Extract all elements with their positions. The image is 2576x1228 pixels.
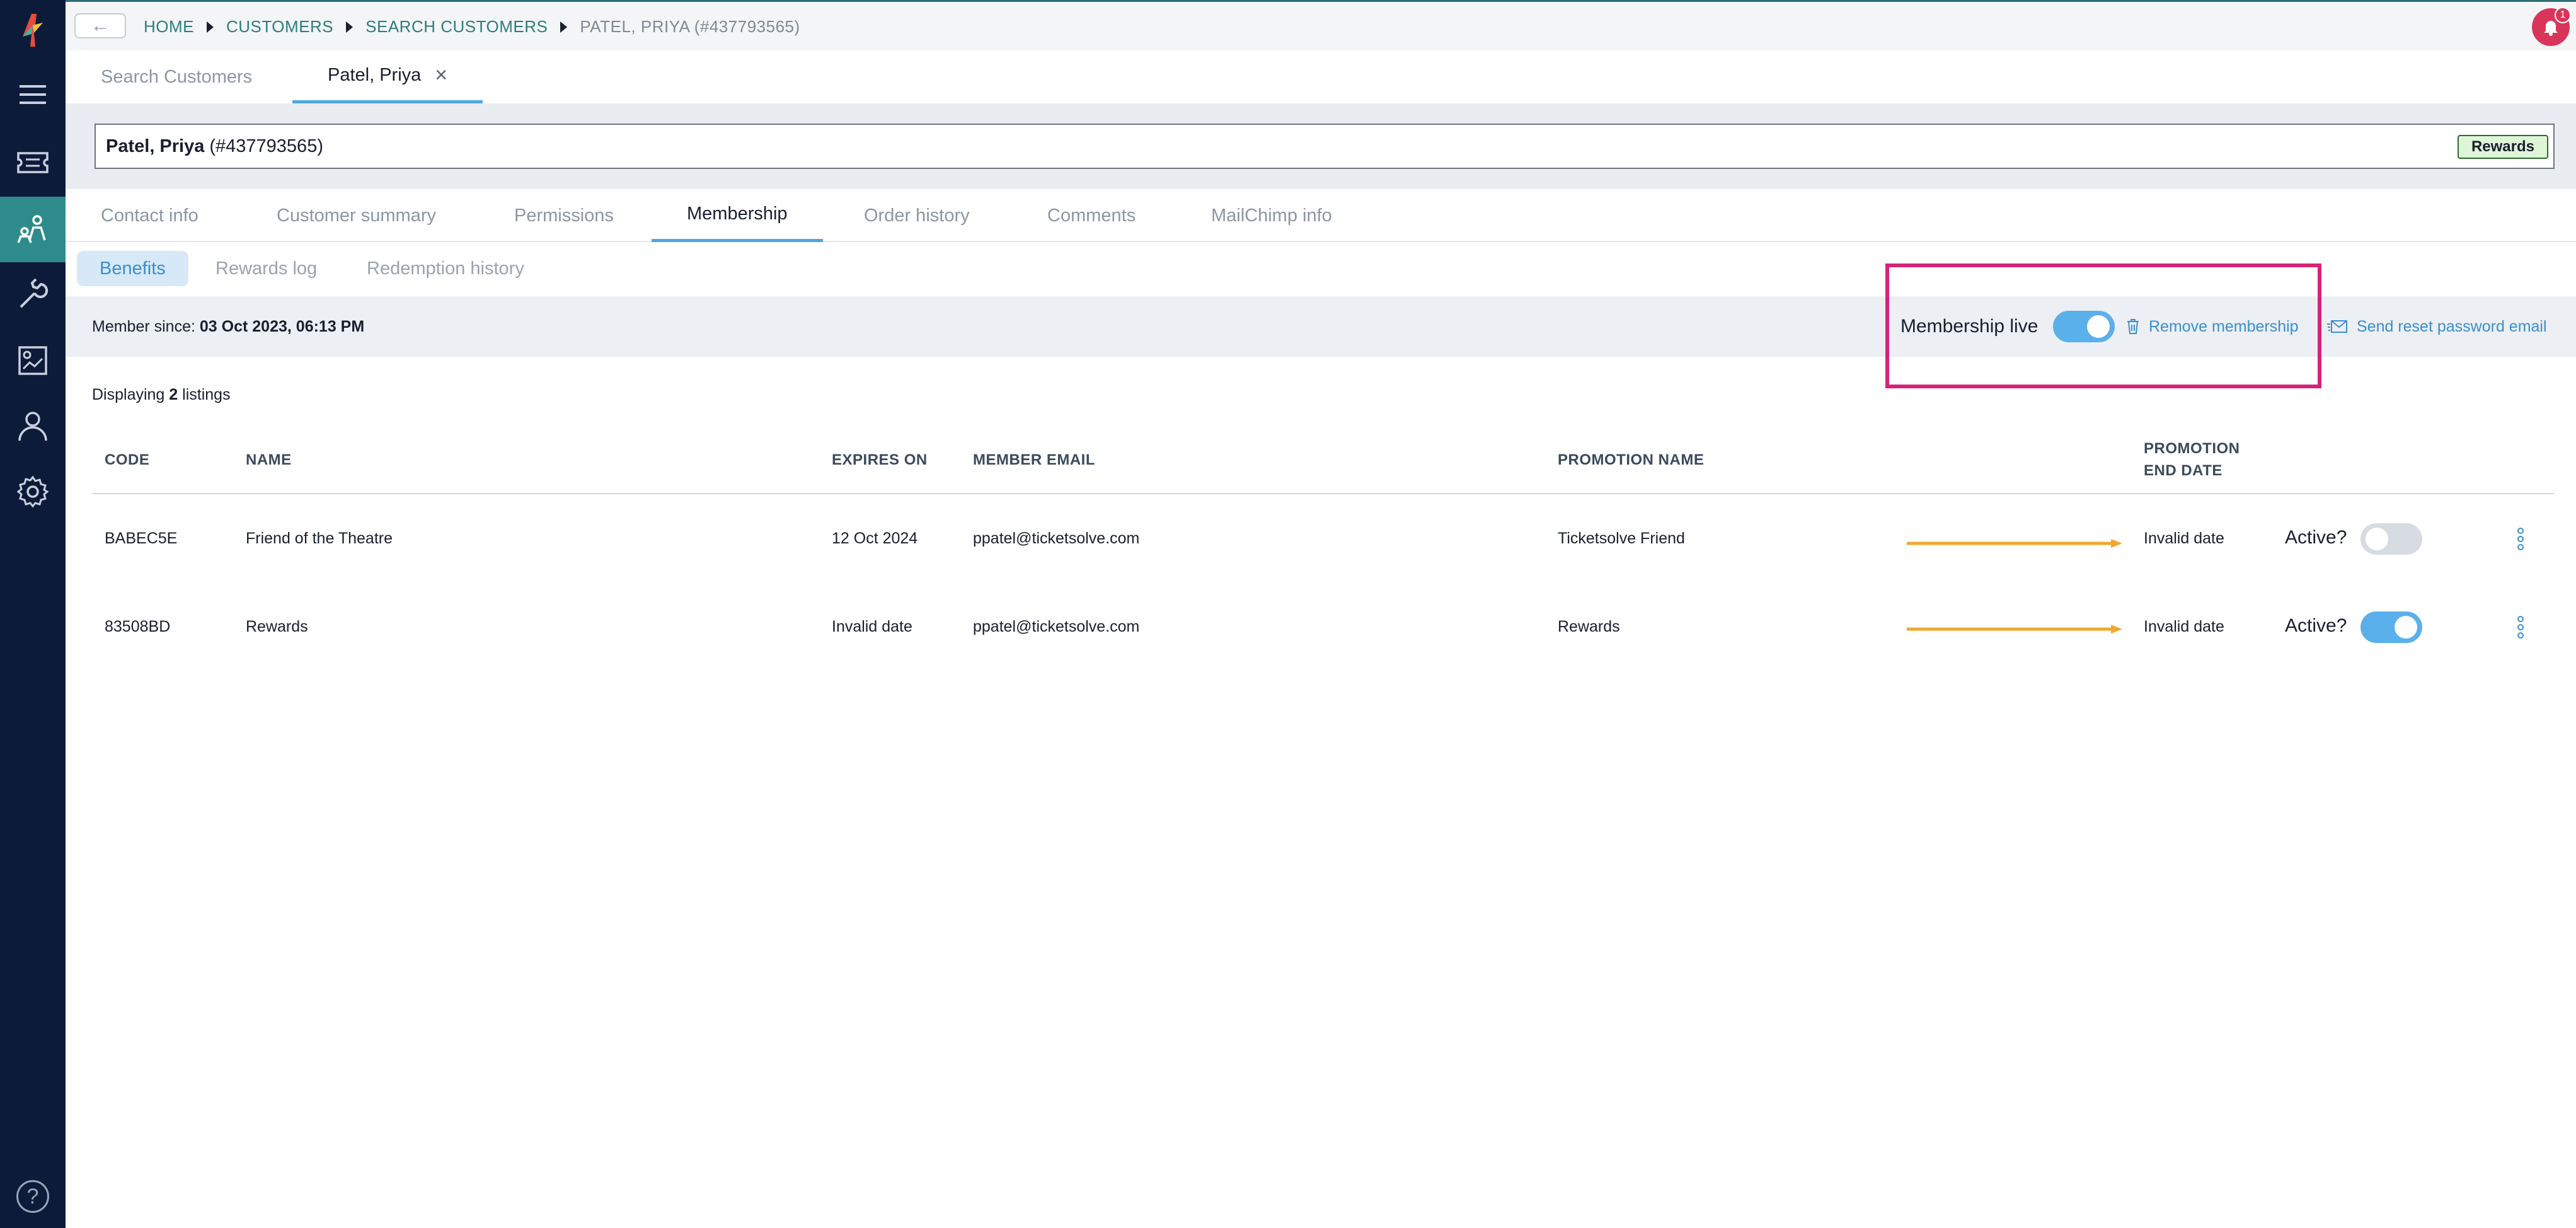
tools-icon[interactable] <box>0 262 66 328</box>
tab-label: Patel, Priya <box>328 65 422 85</box>
tab-label: Search Customers <box>101 66 253 87</box>
table-header-divider <box>92 493 2555 494</box>
annotation-arrow-icon <box>1907 539 2122 548</box>
notification-count-badge: 1 <box>2555 7 2571 23</box>
col-header-name: NAME <box>246 451 292 468</box>
listing-count: Displaying 2 listings <box>92 386 231 404</box>
cell-code: BABEC5E <box>105 530 178 547</box>
active-toggle[interactable] <box>2360 523 2422 555</box>
cell-promotion-name: Rewards <box>1558 618 1620 635</box>
tab-comments[interactable]: Comments <box>1047 189 1136 242</box>
active-toggle[interactable] <box>2360 611 2422 643</box>
cell-member-email: ppatel@ticketsolve.com <box>973 618 1140 635</box>
col-header-member-email: MEMBER EMAIL <box>973 451 1095 468</box>
subtab-rewards-log[interactable]: Rewards log <box>193 251 340 286</box>
menu-icon[interactable] <box>0 62 66 127</box>
more-options-icon[interactable] <box>2517 615 2524 639</box>
user-icon[interactable] <box>0 393 66 459</box>
listing-count-value: 2 <box>169 386 178 403</box>
tab-contact-info[interactable]: Contact info <box>101 189 198 242</box>
help-icon[interactable]: ? <box>16 1180 49 1213</box>
col-header-line: PROMOTION <box>2144 440 2240 457</box>
breadcrumb-search-customers[interactable]: SEARCH CUSTOMERS <box>365 17 548 37</box>
settings-gear-icon[interactable] <box>0 459 66 524</box>
breadcrumb-separator-icon <box>346 21 354 33</box>
customer-header: Patel, Priya (#437793565) Rewards <box>66 103 2576 189</box>
cell-expires-on: 12 Oct 2024 <box>832 530 918 547</box>
ticket-icon[interactable] <box>0 130 66 195</box>
cell-promotion-end-date: Invalid date <box>2144 530 2224 547</box>
tab-search-customers[interactable]: Search Customers <box>101 50 252 103</box>
active-label: Active? <box>2285 615 2347 636</box>
tab-permissions[interactable]: Permissions <box>514 189 614 242</box>
breadcrumb-customers[interactable]: CUSTOMERS <box>226 17 333 37</box>
cell-code: 83508BD <box>105 618 171 635</box>
member-since-label: Member since: <box>92 317 195 335</box>
col-header-line: END DATE <box>2144 462 2222 479</box>
cell-name: Friend of the Theatre <box>246 530 393 547</box>
page-tabs: Search Customers Patel, Priya × <box>66 50 2576 103</box>
breadcrumb-separator-icon <box>207 21 214 33</box>
send-reset-password-label: Send reset password email <box>2357 317 2547 335</box>
customer-id: (#437793565) <box>209 136 323 156</box>
tab-customer-summary[interactable]: Customer summary <box>277 189 436 242</box>
tab-customer-patel-priya[interactable]: Patel, Priya × <box>292 50 483 103</box>
tab-membership[interactable]: Membership <box>652 189 823 242</box>
active-label: Active? <box>2285 527 2347 548</box>
cell-promotion-end-date: Invalid date <box>2144 618 2224 635</box>
col-header-expires-on: EXPIRES ON <box>832 451 928 468</box>
cell-promotion-name: Ticketsolve Friend <box>1558 530 1685 547</box>
cell-member-email: ppatel@ticketsolve.com <box>973 530 1140 547</box>
member-since-value: 03 Oct 2023, 06:13 PM <box>199 317 365 335</box>
col-header-code: CODE <box>105 451 150 468</box>
back-button[interactable]: ← <box>74 13 126 38</box>
annotation-arrow-icon <box>1907 625 2122 634</box>
listing-suffix: listings <box>182 386 231 403</box>
tab-order-history[interactable]: Order history <box>864 189 970 242</box>
section-tabs: Contact info Customer summary Permission… <box>66 189 2576 242</box>
close-icon[interactable]: × <box>435 63 447 88</box>
ticketsolve-logo[interactable] <box>15 11 50 49</box>
subtab-redemption-history[interactable]: Redemption history <box>344 251 547 286</box>
cell-expires-on: Invalid date <box>832 618 912 635</box>
sidebar: ? <box>0 0 66 1228</box>
col-header-promotion-name: PROMOTION NAME <box>1558 451 1705 468</box>
breadcrumb-home[interactable]: HOME <box>144 17 194 37</box>
breadcrumb-current: PATEL, PRIYA (#437793565) <box>580 17 800 36</box>
annotation-highlight-box <box>1885 264 2321 388</box>
reports-icon[interactable] <box>0 328 66 393</box>
more-options-icon[interactable] <box>2517 527 2524 551</box>
rewards-badge: Rewards <box>2457 135 2548 159</box>
customer-name: Patel, Priya <box>106 136 205 156</box>
tab-mailchimp-info[interactable]: MailChimp info <box>1211 189 1332 242</box>
toggle-knob <box>2395 616 2417 639</box>
customers-icon[interactable] <box>0 197 66 262</box>
member-since: Member since: 03 Oct 2023, 06:13 PM <box>92 318 364 336</box>
notifications-button[interactable]: 1 <box>2532 7 2571 46</box>
breadcrumb-separator-icon <box>560 21 568 33</box>
top-bar: ← HOME CUSTOMERS SEARCH CUSTOMERS PATEL,… <box>66 0 2576 50</box>
listing-prefix: Displaying <box>92 386 165 403</box>
cell-name: Rewards <box>246 618 308 635</box>
col-header-promotion-end-date: PROMOTION END DATE <box>2144 437 2240 482</box>
send-reset-password-link[interactable]: Send reset password email <box>2326 318 2547 336</box>
breadcrumb: HOME CUSTOMERS SEARCH CUSTOMERS PATEL, P… <box>144 17 800 37</box>
subtab-benefits[interactable]: Benefits <box>77 251 188 286</box>
envelope-icon <box>2327 320 2347 333</box>
toggle-knob <box>2366 528 2388 550</box>
customer-title-box: Patel, Priya (#437793565) Rewards <box>95 124 2555 169</box>
